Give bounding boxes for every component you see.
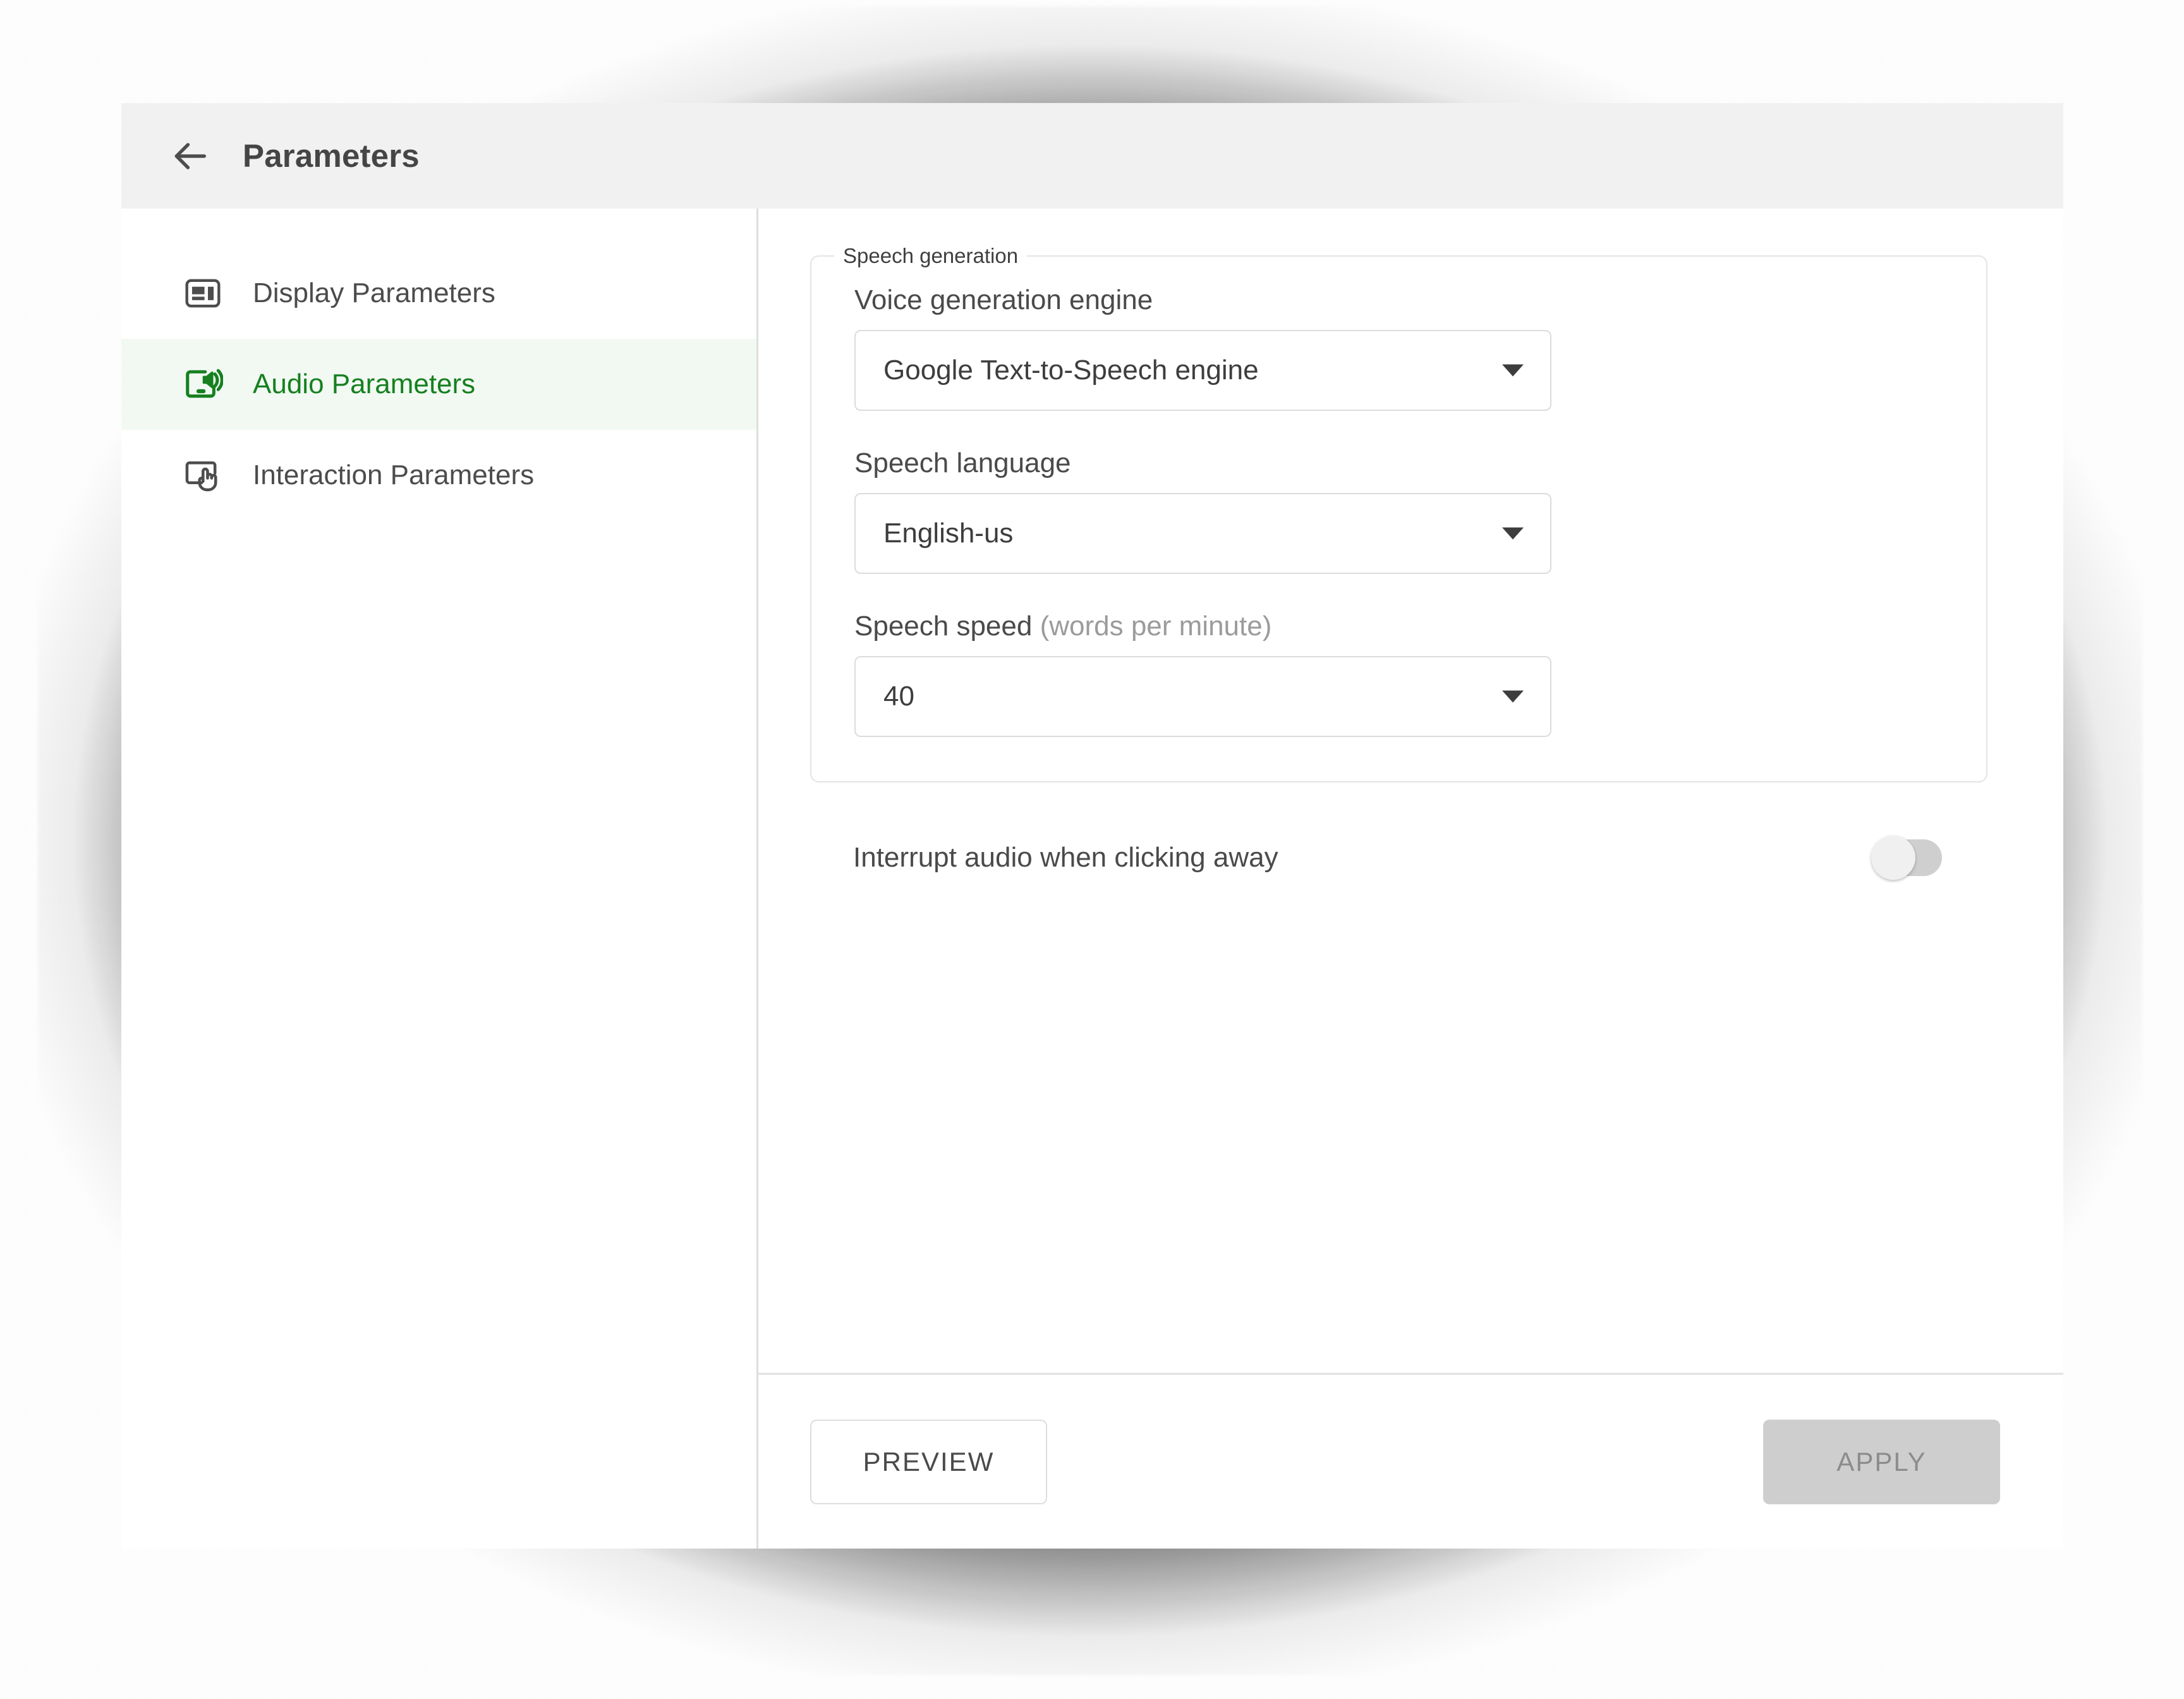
field-speech-speed: Speech speed (words per minute) 40 xyxy=(854,611,1943,737)
arrow-left-icon xyxy=(170,137,209,176)
field-label-text: Voice generation engine xyxy=(854,284,1153,315)
voice-generation-engine-select[interactable]: Google Text-to-Speech engine xyxy=(854,330,1551,411)
sidebar: Display Parameters Audio Parameters Inte… xyxy=(121,209,758,1549)
display-layout-icon xyxy=(179,270,226,317)
field-speech-language: Speech language English-us xyxy=(854,448,1943,574)
sidebar-item-audio-parameters[interactable]: Audio Parameters xyxy=(121,339,756,430)
field-label-hint: (words per minute) xyxy=(1040,611,1272,642)
settings-scroll-area: Speech generation Voice generation engin… xyxy=(758,209,2063,1373)
action-footer: PREVIEW APPLY xyxy=(758,1373,2063,1549)
parameters-window: Parameters Display Parameters Audio Para… xyxy=(121,103,2063,1549)
interrupt-audio-toggle[interactable] xyxy=(1871,836,1942,880)
select-value: Google Text-to-Speech engine xyxy=(883,355,1259,386)
screen-speaker-icon xyxy=(179,361,226,408)
preview-button[interactable]: PREVIEW xyxy=(810,1419,1047,1504)
chevron-down-icon xyxy=(1502,364,1524,377)
chevron-down-icon xyxy=(1502,690,1524,703)
chevron-down-icon xyxy=(1502,527,1524,540)
window-body: Display Parameters Audio Parameters Inte… xyxy=(121,209,2063,1549)
speech-generation-fields: Voice generation engine Google Text-to-S… xyxy=(811,268,1986,737)
field-label-text: Speech language xyxy=(854,448,1071,478)
speech-language-select[interactable]: English-us xyxy=(854,493,1551,574)
sidebar-item-label: Audio Parameters xyxy=(253,368,476,399)
content-pane: Speech generation Voice generation engin… xyxy=(758,209,2063,1549)
sidebar-item-label: Display Parameters xyxy=(253,277,495,308)
toggle-knob xyxy=(1871,836,1915,880)
field-label: Speech speed (words per minute) xyxy=(854,611,1943,642)
speech-speed-select[interactable]: 40 xyxy=(854,656,1551,737)
field-label: Voice generation engine xyxy=(854,284,1943,316)
sidebar-item-label: Interaction Parameters xyxy=(253,460,535,490)
select-value: 40 xyxy=(883,681,914,712)
select-value: English-us xyxy=(883,518,1014,549)
page-title: Parameters xyxy=(243,138,420,174)
interrupt-audio-row: Interrupt audio when clicking away xyxy=(810,836,1987,880)
back-button[interactable] xyxy=(159,126,220,186)
speech-generation-legend: Speech generation xyxy=(843,244,1019,267)
sidebar-item-display-parameters[interactable]: Display Parameters xyxy=(121,248,756,339)
app-bar: Parameters xyxy=(121,103,2063,209)
field-label: Speech language xyxy=(854,448,1943,479)
field-label-text: Speech speed xyxy=(854,611,1033,642)
interrupt-audio-label: Interrupt audio when clicking away xyxy=(853,842,1278,873)
sidebar-item-interaction-parameters[interactable]: Interaction Parameters xyxy=(121,430,756,521)
field-voice-generation-engine: Voice generation engine Google Text-to-S… xyxy=(854,284,1943,411)
apply-button[interactable]: APPLY xyxy=(1763,1419,2000,1504)
speech-generation-group: Speech generation Voice generation engin… xyxy=(810,244,1987,783)
screen-touch-hand-icon xyxy=(179,452,226,499)
